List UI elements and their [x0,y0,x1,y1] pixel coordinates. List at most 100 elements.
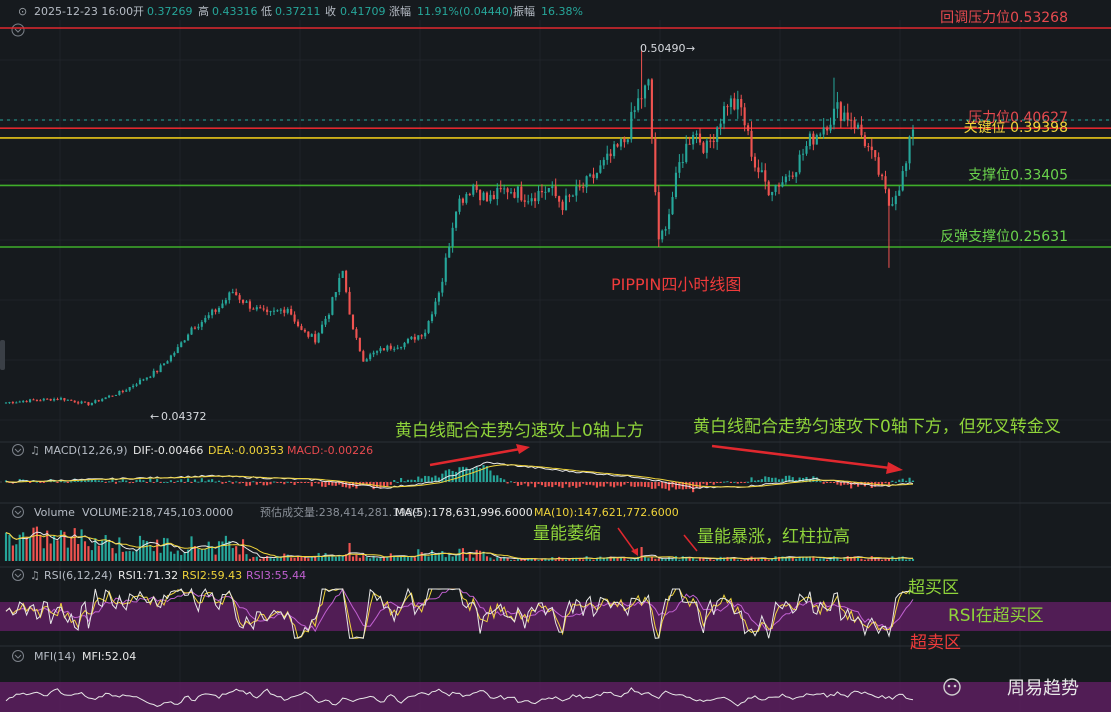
macd-bar [743,482,746,483]
candle-body [664,229,667,231]
macd-bar [451,470,454,482]
macd-bar [262,482,265,486]
volume-bar [413,557,416,561]
macd-bar [259,482,262,483]
candle-body [668,214,671,230]
candle-body [434,301,437,315]
candle-body [97,400,100,402]
candle-body [602,159,605,166]
candle-body [355,329,358,338]
volume-bar [197,548,200,561]
candle-body [245,301,248,303]
volume-bar [173,553,176,561]
volume-bar [420,552,423,561]
close-label: 收 [325,4,336,18]
candle-body [613,144,616,157]
macd-bar [750,477,753,482]
candle-body [650,79,653,139]
macd-bar [241,482,245,483]
macd-bar [602,482,605,487]
macd-bar [781,478,784,482]
candle-body [39,400,42,402]
candle-body [25,401,28,403]
macd-bar [224,482,227,483]
macd-bar [551,482,554,488]
candle-body [193,327,197,329]
candle-body [760,170,763,173]
macd-bar [654,482,657,489]
volume-bar [795,558,798,561]
volume-bar [245,554,248,561]
candle-body [162,363,166,366]
candle-body [454,211,458,228]
macd-bar [753,480,757,482]
candle-body [128,387,131,391]
candle-body [722,106,726,124]
volume-bar [108,541,111,561]
macd-bar [444,470,447,482]
candle-body [506,188,509,193]
volume-bar [204,549,207,561]
volume-bar [492,559,495,561]
left-drag-handle[interactable] [0,340,5,370]
volume-bar [200,548,203,561]
macd-bar [307,482,310,483]
macd-bar [396,481,399,483]
macd-bar [180,479,183,482]
candle-body [829,124,832,131]
candle-body [894,195,897,205]
rsi-bell-icon: ♫ [30,569,40,582]
candle-body [448,246,451,258]
candle-body [729,98,732,108]
candle-body [771,191,774,196]
macd-value: MACD:-0.00226 [287,444,373,457]
macd-bar [63,481,66,483]
volume-bar [657,558,660,561]
level-label: 支撑位0.33405 [968,167,1068,183]
candle-body [379,348,382,352]
candle-body [654,138,657,193]
macd-bar [296,482,300,483]
candle-body [819,134,822,136]
candle-body [709,140,712,142]
macd-bar [568,482,571,488]
volume-bar [427,556,430,561]
volume-bar [142,540,145,561]
candle-body [489,194,492,202]
volume-bar [183,552,186,561]
candle-body [369,354,372,360]
volume-bar [104,535,107,561]
candle-body [169,355,172,362]
macd-bar [114,482,118,484]
level-label: 反弹支撑位0.25631 [940,229,1068,245]
macd-bar [633,482,636,488]
header-chevron-icon[interactable]: ⊙ [18,5,27,18]
macd-bar [630,482,633,487]
macd-bar [609,482,612,487]
volume-name: Volume [34,506,75,519]
volume-bar [626,559,629,561]
candle-body [516,186,519,198]
candle-body [698,133,702,143]
candle-body [774,184,777,192]
candle-body [688,143,691,145]
volume-bar [894,559,897,561]
macd-bar [492,475,495,482]
macd-bar [722,481,726,483]
rsi-name: RSI(6,12,24) [44,569,112,582]
volume-bar [317,553,320,561]
ohlc-header: ⊙ 2025-12-23 16:00 开 0.37269 高 0.43316 低… [18,4,583,18]
candle-body [11,402,14,404]
candle-body [482,192,485,201]
volume-bar [132,551,135,561]
volume-bar [321,556,324,561]
volume-bar [11,545,14,561]
candle-body [674,172,678,198]
oversold-annotation: 超卖区 [910,633,961,653]
candle-body [822,127,825,135]
rsi-1: RSI1:71.32 [118,569,178,582]
macd-bar [554,482,557,485]
candle-body [640,98,643,100]
volume-bar [599,556,602,561]
candle-body [28,399,32,403]
